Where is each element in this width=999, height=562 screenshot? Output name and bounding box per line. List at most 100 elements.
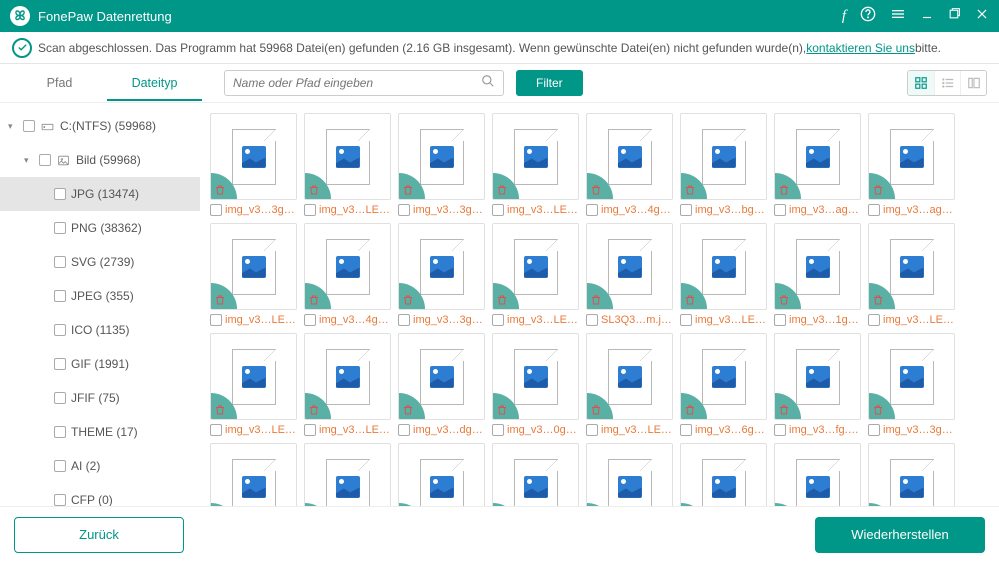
checkbox[interactable]	[39, 154, 51, 166]
menu-icon[interactable]	[890, 6, 906, 27]
file-thumbnail[interactable]: img_v3…LE.jpg	[304, 113, 391, 216]
checkbox[interactable]	[398, 314, 410, 326]
thumbnail-image[interactable]	[774, 223, 861, 310]
tree-type-item[interactable]: JPEG (355)	[0, 279, 200, 313]
checkbox[interactable]	[54, 358, 66, 370]
checkbox[interactable]	[680, 314, 692, 326]
file-thumbnail[interactable]: img_v3…bg.jpg	[680, 113, 767, 216]
checkbox[interactable]	[54, 256, 66, 268]
file-thumbnail[interactable]	[398, 443, 485, 506]
thumbnail-image[interactable]	[398, 223, 485, 310]
file-thumbnail[interactable]: img_v3…LE.jpg	[492, 223, 579, 326]
view-list-button[interactable]	[934, 71, 960, 95]
file-thumbnail[interactable]: img_v3…ag.jpg	[868, 113, 955, 216]
thumbnail-image[interactable]	[774, 443, 861, 506]
tree-type-item[interactable]: SVG (2739)	[0, 245, 200, 279]
tab-path[interactable]: Pfad	[12, 66, 107, 100]
file-thumbnail[interactable]	[492, 443, 579, 506]
thumbnail-image[interactable]	[680, 333, 767, 420]
checkbox[interactable]	[398, 204, 410, 216]
file-thumbnail[interactable]: img_v3…0g.jpg	[492, 333, 579, 436]
file-thumbnail[interactable]: img_v3…3g.jpg	[868, 333, 955, 436]
checkbox[interactable]	[54, 460, 66, 472]
file-thumbnail[interactable]: img_v3…LE.jpg	[210, 333, 297, 436]
thumbnail-image[interactable]	[492, 113, 579, 200]
checkbox[interactable]	[54, 494, 66, 506]
tree-type-item[interactable]: ICO (1135)	[0, 313, 200, 347]
thumbnail-image[interactable]	[586, 223, 673, 310]
thumbnail-image[interactable]	[210, 223, 297, 310]
checkbox[interactable]	[868, 314, 880, 326]
thumbnail-image[interactable]	[210, 443, 297, 506]
thumbnail-image[interactable]	[680, 443, 767, 506]
file-thumbnail[interactable]	[304, 443, 391, 506]
close-icon[interactable]	[975, 7, 989, 26]
tree-type-item[interactable]: JPG (13474)	[0, 177, 200, 211]
minimize-icon[interactable]	[920, 7, 934, 26]
checkbox[interactable]	[23, 120, 35, 132]
tree-type-item[interactable]: JFIF (75)	[0, 381, 200, 415]
file-thumbnail[interactable]: SL3Q3…m.jpg	[586, 223, 673, 326]
checkbox[interactable]	[774, 314, 786, 326]
thumbnail-image[interactable]	[868, 223, 955, 310]
thumbnail-image[interactable]	[398, 333, 485, 420]
thumbnail-image[interactable]	[868, 443, 955, 506]
checkbox[interactable]	[680, 204, 692, 216]
checkbox[interactable]	[586, 204, 598, 216]
contact-link[interactable]: kontaktieren Sie uns	[806, 41, 915, 55]
checkbox[interactable]	[492, 424, 504, 436]
file-thumbnail[interactable]: img_v3…LE.jpg	[586, 333, 673, 436]
tree-root[interactable]: ▾ C:(NTFS) (59968)	[0, 109, 200, 143]
file-thumbnail[interactable]: img_v3…4g.jpg	[586, 113, 673, 216]
thumbnail-image[interactable]	[304, 223, 391, 310]
checkbox[interactable]	[54, 426, 66, 438]
tree-type-item[interactable]: PNG (38362)	[0, 211, 200, 245]
checkbox[interactable]	[210, 424, 222, 436]
tree-type-item[interactable]: CFP (0)	[0, 483, 200, 506]
file-thumbnail[interactable]: img_v3…LE.jpg	[210, 223, 297, 326]
thumbnail-image[interactable]	[398, 443, 485, 506]
thumbnail-image[interactable]	[304, 113, 391, 200]
tree-type-item[interactable]: THEME (17)	[0, 415, 200, 449]
thumbnail-image[interactable]	[492, 443, 579, 506]
thumbnail-image[interactable]	[680, 113, 767, 200]
thumbnail-image[interactable]	[398, 113, 485, 200]
tab-filetype[interactable]: Dateityp	[107, 66, 202, 100]
checkbox[interactable]	[868, 424, 880, 436]
filter-button[interactable]: Filter	[516, 70, 583, 96]
thumbnail-image[interactable]	[774, 333, 861, 420]
checkbox[interactable]	[680, 424, 692, 436]
checkbox[interactable]	[210, 204, 222, 216]
thumbnail-image[interactable]	[210, 333, 297, 420]
thumbnail-image[interactable]	[586, 113, 673, 200]
file-thumbnail[interactable]: img_v3…4g.jpg	[304, 223, 391, 326]
file-thumbnail[interactable]: img_v3…LE.jpg	[492, 113, 579, 216]
thumbnail-image[interactable]	[868, 113, 955, 200]
file-thumbnail[interactable]: img_v3…dg.jpg	[398, 333, 485, 436]
thumbnail-image[interactable]	[586, 333, 673, 420]
file-thumbnail[interactable]	[210, 443, 297, 506]
search-box[interactable]	[224, 70, 504, 96]
file-thumbnail[interactable]: img_v3…3g.jpg	[398, 113, 485, 216]
file-thumbnail[interactable]: img_v3…LE.jpg	[680, 223, 767, 326]
checkbox[interactable]	[210, 314, 222, 326]
thumbnail-image[interactable]	[492, 333, 579, 420]
thumbnail-image[interactable]	[680, 223, 767, 310]
checkbox[interactable]	[398, 424, 410, 436]
back-button[interactable]: Zurück	[14, 517, 184, 553]
checkbox[interactable]	[54, 290, 66, 302]
thumbnail-image[interactable]	[774, 113, 861, 200]
checkbox[interactable]	[586, 314, 598, 326]
tree-type-item[interactable]: GIF (1991)	[0, 347, 200, 381]
thumbnail-image[interactable]	[210, 113, 297, 200]
recover-button[interactable]: Wiederherstellen	[815, 517, 985, 553]
checkbox[interactable]	[492, 204, 504, 216]
view-grid-button[interactable]	[908, 71, 934, 95]
maximize-icon[interactable]	[948, 7, 961, 25]
checkbox[interactable]	[492, 314, 504, 326]
file-thumbnail[interactable]	[774, 443, 861, 506]
help-icon[interactable]	[860, 6, 876, 27]
file-thumbnail[interactable]: img_v3…fg.jpg	[774, 333, 861, 436]
file-thumbnail[interactable]	[868, 443, 955, 506]
checkbox[interactable]	[54, 392, 66, 404]
